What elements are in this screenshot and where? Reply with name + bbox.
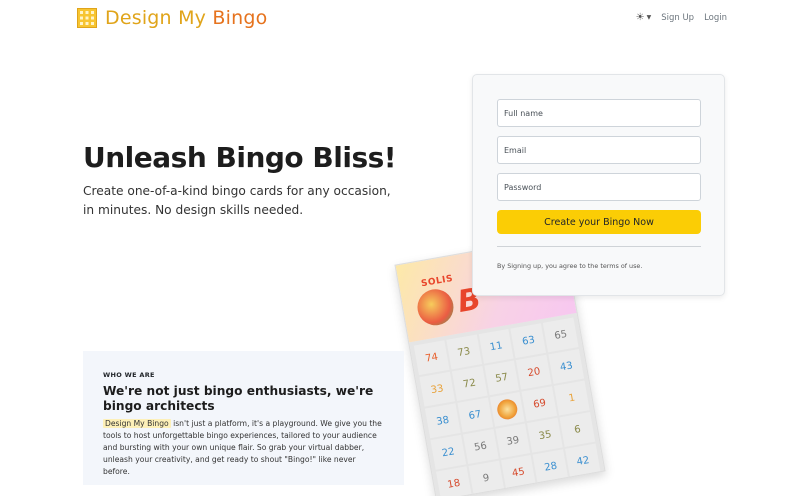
password-input[interactable]: [497, 173, 701, 201]
bingo-cell: 38: [424, 403, 461, 439]
bingo-card-title: SOLIS: [420, 273, 454, 290]
bingo-cell: 20: [516, 354, 552, 390]
who-we-are-section: WHO WE ARE We're not just bingo enthusia…: [83, 351, 404, 485]
bingo-cell: 56: [462, 429, 499, 465]
section-body: Design My Bingo isn't just a platform, i…: [103, 418, 384, 478]
bingo-cell: 1: [554, 380, 590, 416]
bingo-balls-graphic: [414, 286, 457, 329]
bingo-cell: 9: [468, 460, 504, 496]
brand-logo[interactable]: Design My Bingo: [77, 7, 267, 29]
bingo-cell: 74: [413, 340, 450, 376]
bingo-free-cell: [489, 391, 526, 427]
section-title: We're not just bingo enthusiasts, we're …: [103, 384, 374, 413]
hero-subtitle: Create one-of-a-kind bingo cards for any…: [83, 184, 391, 217]
section-label: WHO WE ARE: [103, 371, 155, 379]
fullname-input[interactable]: [497, 99, 701, 127]
bingo-cell: 72: [451, 366, 488, 401]
bingo-cell: 11: [478, 328, 514, 364]
bingo-cell: 73: [446, 334, 482, 370]
signup-link[interactable]: Sign Up: [661, 13, 694, 23]
sun-icon: ☀: [635, 12, 645, 23]
sun-emblem-icon: [495, 397, 519, 421]
bingo-cell: 69: [521, 386, 558, 422]
bingo-cell: 57: [483, 360, 520, 396]
bingo-cell: 43: [548, 349, 585, 384]
email-input[interactable]: [497, 136, 701, 164]
bingo-cell: 42: [565, 443, 601, 479]
login-link[interactable]: Login: [704, 13, 727, 23]
bingo-cell: 39: [495, 423, 531, 459]
bingo-cell: 28: [532, 449, 569, 485]
terms-text: By Signing up, you agree to the terms of…: [497, 262, 643, 270]
bingo-grid-icon: [77, 8, 97, 28]
bingo-cell: 22: [430, 434, 467, 470]
bingo-cell: 67: [457, 397, 493, 433]
bingo-cell: 33: [419, 371, 455, 407]
brand-highlight: Design My Bingo: [103, 419, 171, 428]
brand-name: Design My Bingo: [105, 7, 268, 29]
hero-title: Unleash Bingo Bliss!: [83, 141, 397, 174]
top-nav: ☀ ▼ Sign Up Login: [636, 12, 727, 23]
bingo-cell: 65: [543, 317, 579, 353]
form-divider: [497, 246, 701, 247]
create-bingo-button[interactable]: Create your Bingo Now: [497, 210, 701, 234]
bingo-cell: 63: [510, 323, 547, 359]
bingo-cell: 6: [559, 412, 596, 447]
bingo-cell: 45: [500, 454, 537, 490]
chevron-down-icon: ▼: [646, 14, 652, 21]
theme-toggle[interactable]: ☀ ▼: [636, 12, 652, 23]
bingo-cell: 18: [436, 466, 472, 496]
bingo-grid: 74 73 11 63 65 33 72 57 20 43 38 67 69 1 22 56 39 35 6 18 9 4…: [409, 312, 606, 496]
signup-form: Create your Bingo Now By Signing up, you…: [472, 74, 725, 296]
bingo-cell: 35: [527, 417, 563, 453]
